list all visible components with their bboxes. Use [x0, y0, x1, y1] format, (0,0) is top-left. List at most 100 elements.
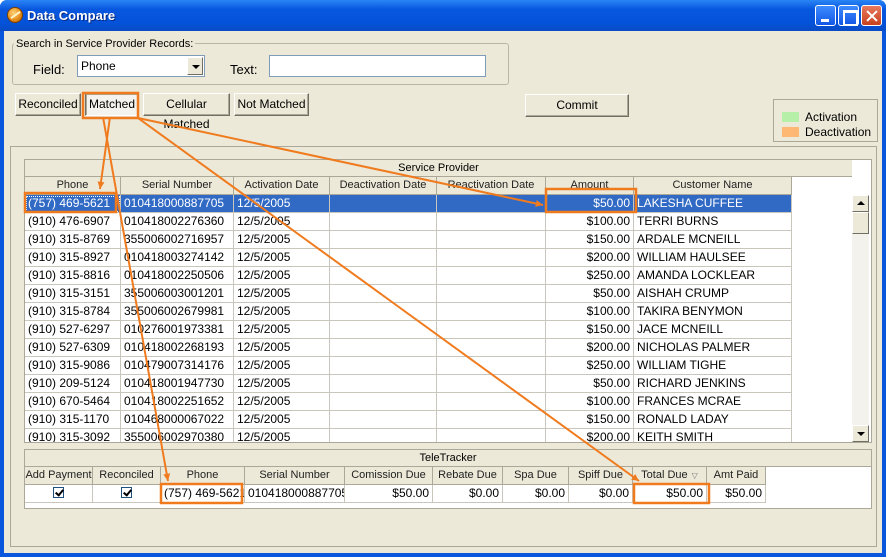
table-cell: TAKIRA BENYMON: [634, 303, 792, 321]
table-cell: WILLIAM HAULSEE: [634, 249, 792, 267]
table-row[interactable]: (910) 527-6297 010276001973381 12/5/2005 $1…: [25, 321, 792, 339]
table-cell: $50.00: [633, 485, 707, 503]
table-row[interactable]: (757) 469-5621 010418000887705 12/5/2005 $5…: [25, 195, 792, 213]
column-header[interactable]: Rebate Due: [433, 467, 503, 485]
table-row[interactable]: (910) 315-1170 010468000067022 12/5/2005 $1…: [25, 411, 792, 429]
table-cell: KEITH SMITH: [634, 429, 792, 442]
field-select[interactable]: Phone: [77, 55, 205, 77]
table-cell: AISHAH CRUMP: [634, 285, 792, 303]
table-cell: $0.00: [569, 485, 633, 503]
checkmark-icon[interactable]: [53, 487, 64, 499]
matched-filter-button[interactable]: Matched: [85, 93, 139, 116]
activation-swatch: [782, 112, 799, 122]
search-group-label: Search in Service Provider Records:: [14, 38, 196, 50]
table-cell: (910) 315-8816: [25, 267, 121, 285]
legend: Activation Deactivation: [773, 99, 878, 142]
scroll-up-icon[interactable]: [852, 195, 869, 212]
table-row[interactable]: (910) 670-5464 010418002251652 12/5/2005 $1…: [25, 393, 792, 411]
table-row[interactable]: (910) 315-8927 010418003274142 12/5/2005 $2…: [25, 249, 792, 267]
table-row[interactable]: (910) 315-8816 010418002250506 12/5/2005 $2…: [25, 267, 792, 285]
close-button[interactable]: [861, 5, 882, 26]
column-header[interactable]: Activation Date: [234, 177, 330, 195]
column-header[interactable]: Spa Due: [503, 467, 569, 485]
cellular-matched-filter-button[interactable]: Cellular Matched: [143, 93, 230, 131]
table-row[interactable]: (910) 315-8784 355006002679981 12/5/2005 $1…: [25, 303, 792, 321]
deactivation-swatch: [782, 127, 799, 137]
checkmark-icon[interactable]: [121, 487, 132, 499]
table-row[interactable]: (910) 209-5124 010418001947730 12/5/2005 $5…: [25, 375, 792, 393]
table-cell: WILLIAM TIGHE: [634, 357, 792, 375]
table-cell: $150.00: [546, 231, 634, 249]
table-cell: 12/5/2005: [234, 429, 330, 442]
maximize-button[interactable]: [838, 5, 859, 26]
scroll-down-icon[interactable]: [852, 425, 869, 442]
table-cell: (910) 476-6907: [25, 213, 121, 231]
grids-panel: Service Provider Phone Serial Number Activ…: [10, 146, 877, 547]
table-cell: $200.00: [546, 339, 634, 357]
table-row[interactable]: (757) 469-5621 010418000887705 $50.00 $0.00…: [25, 485, 766, 503]
deactivation-legend-label: Deactivation: [805, 125, 872, 139]
title-bar[interactable]: Data Compare: [0, 0, 886, 31]
column-header[interactable]: Reactivation Date: [437, 177, 546, 195]
search-text-input[interactable]: [269, 55, 486, 77]
table-cell: 010418000887705: [121, 195, 234, 213]
table-cell: 12/5/2005: [234, 411, 330, 429]
table-cell: 12/5/2005: [234, 249, 330, 267]
service-provider-grid[interactable]: Service Provider Phone Serial Number Activ…: [24, 159, 872, 443]
table-row[interactable]: (910) 315-3092 355006002970380 12/5/2005 $2…: [25, 429, 792, 442]
not-matched-filter-button[interactable]: Not Matched: [234, 93, 309, 116]
table-cell: (757) 469-5621: [25, 195, 121, 213]
table-cell: $50.00: [546, 195, 634, 213]
vertical-scrollbar[interactable]: [852, 195, 869, 442]
reconciled-filter-button[interactable]: Reconciled: [15, 93, 81, 116]
table-cell: (910) 315-8927: [25, 249, 121, 267]
table-cell: AMANDA LOCKLEAR: [634, 267, 792, 285]
column-header[interactable]: Reconciled: [93, 467, 161, 485]
column-header[interactable]: Phone: [161, 467, 245, 485]
commit-button[interactable]: Commit: [525, 94, 629, 117]
table-cell: [330, 267, 437, 285]
table-cell: 010418000887705: [245, 485, 345, 503]
table-cell: NICHOLAS PALMER: [634, 339, 792, 357]
column-header[interactable]: Amt Paid: [707, 467, 766, 485]
minimize-button[interactable]: [815, 5, 836, 26]
table-cell: [330, 375, 437, 393]
table-cell: [330, 321, 437, 339]
column-header[interactable]: Total Due ▽: [633, 467, 707, 485]
table-row[interactable]: (910) 315-3151 355006003001201 12/5/2005 $5…: [25, 285, 792, 303]
add-payment-checkbox[interactable]: [25, 485, 93, 503]
window-title: Data Compare: [27, 8, 116, 23]
reconciled-checkbox[interactable]: [93, 485, 161, 503]
table-cell: 12/5/2005: [234, 195, 330, 213]
table-cell: $200.00: [546, 429, 634, 442]
column-header[interactable]: Customer Name: [634, 177, 792, 195]
table-cell: (910) 527-6297: [25, 321, 121, 339]
table-cell: (910) 315-8784: [25, 303, 121, 321]
column-header[interactable]: Serial Number: [121, 177, 234, 195]
column-header[interactable]: Deactivation Date: [330, 177, 437, 195]
column-header[interactable]: Serial Number: [245, 467, 345, 485]
table-row[interactable]: (910) 315-8769 355006002716957 12/5/2005 $1…: [25, 231, 792, 249]
field-select-value: Phone: [81, 59, 116, 73]
service-provider-title: Service Provider: [25, 160, 852, 177]
table-cell: 010418001947730: [121, 375, 234, 393]
table-cell: 12/5/2005: [234, 285, 330, 303]
table-cell: $50.00: [546, 285, 634, 303]
table-row[interactable]: (910) 315-9086 010479007314176 12/5/2005 $2…: [25, 357, 792, 375]
table-cell: 355006003001201: [121, 285, 234, 303]
table-cell: $250.00: [546, 267, 634, 285]
table-cell: [437, 195, 546, 213]
teletracker-grid[interactable]: TeleTracker Add Payment Reconciled Phone Se…: [24, 449, 872, 509]
column-header[interactable]: Phone: [25, 177, 121, 195]
table-cell: 010418002268193: [121, 339, 234, 357]
chevron-down-icon[interactable]: [187, 57, 203, 75]
table-row[interactable]: (910) 527-6309 010418002268193 12/5/2005 $2…: [25, 339, 792, 357]
table-cell: 12/5/2005: [234, 357, 330, 375]
table-cell: RONALD LADAY: [634, 411, 792, 429]
column-header[interactable]: Spiff Due: [569, 467, 633, 485]
column-header[interactable]: Add Payment: [25, 467, 93, 485]
scroll-thumb[interactable]: [852, 212, 869, 234]
table-row[interactable]: (910) 476-6907 010418002276360 12/5/2005 $1…: [25, 213, 792, 231]
column-header[interactable]: Amount: [546, 177, 634, 195]
column-header[interactable]: Comission Due: [345, 467, 433, 485]
